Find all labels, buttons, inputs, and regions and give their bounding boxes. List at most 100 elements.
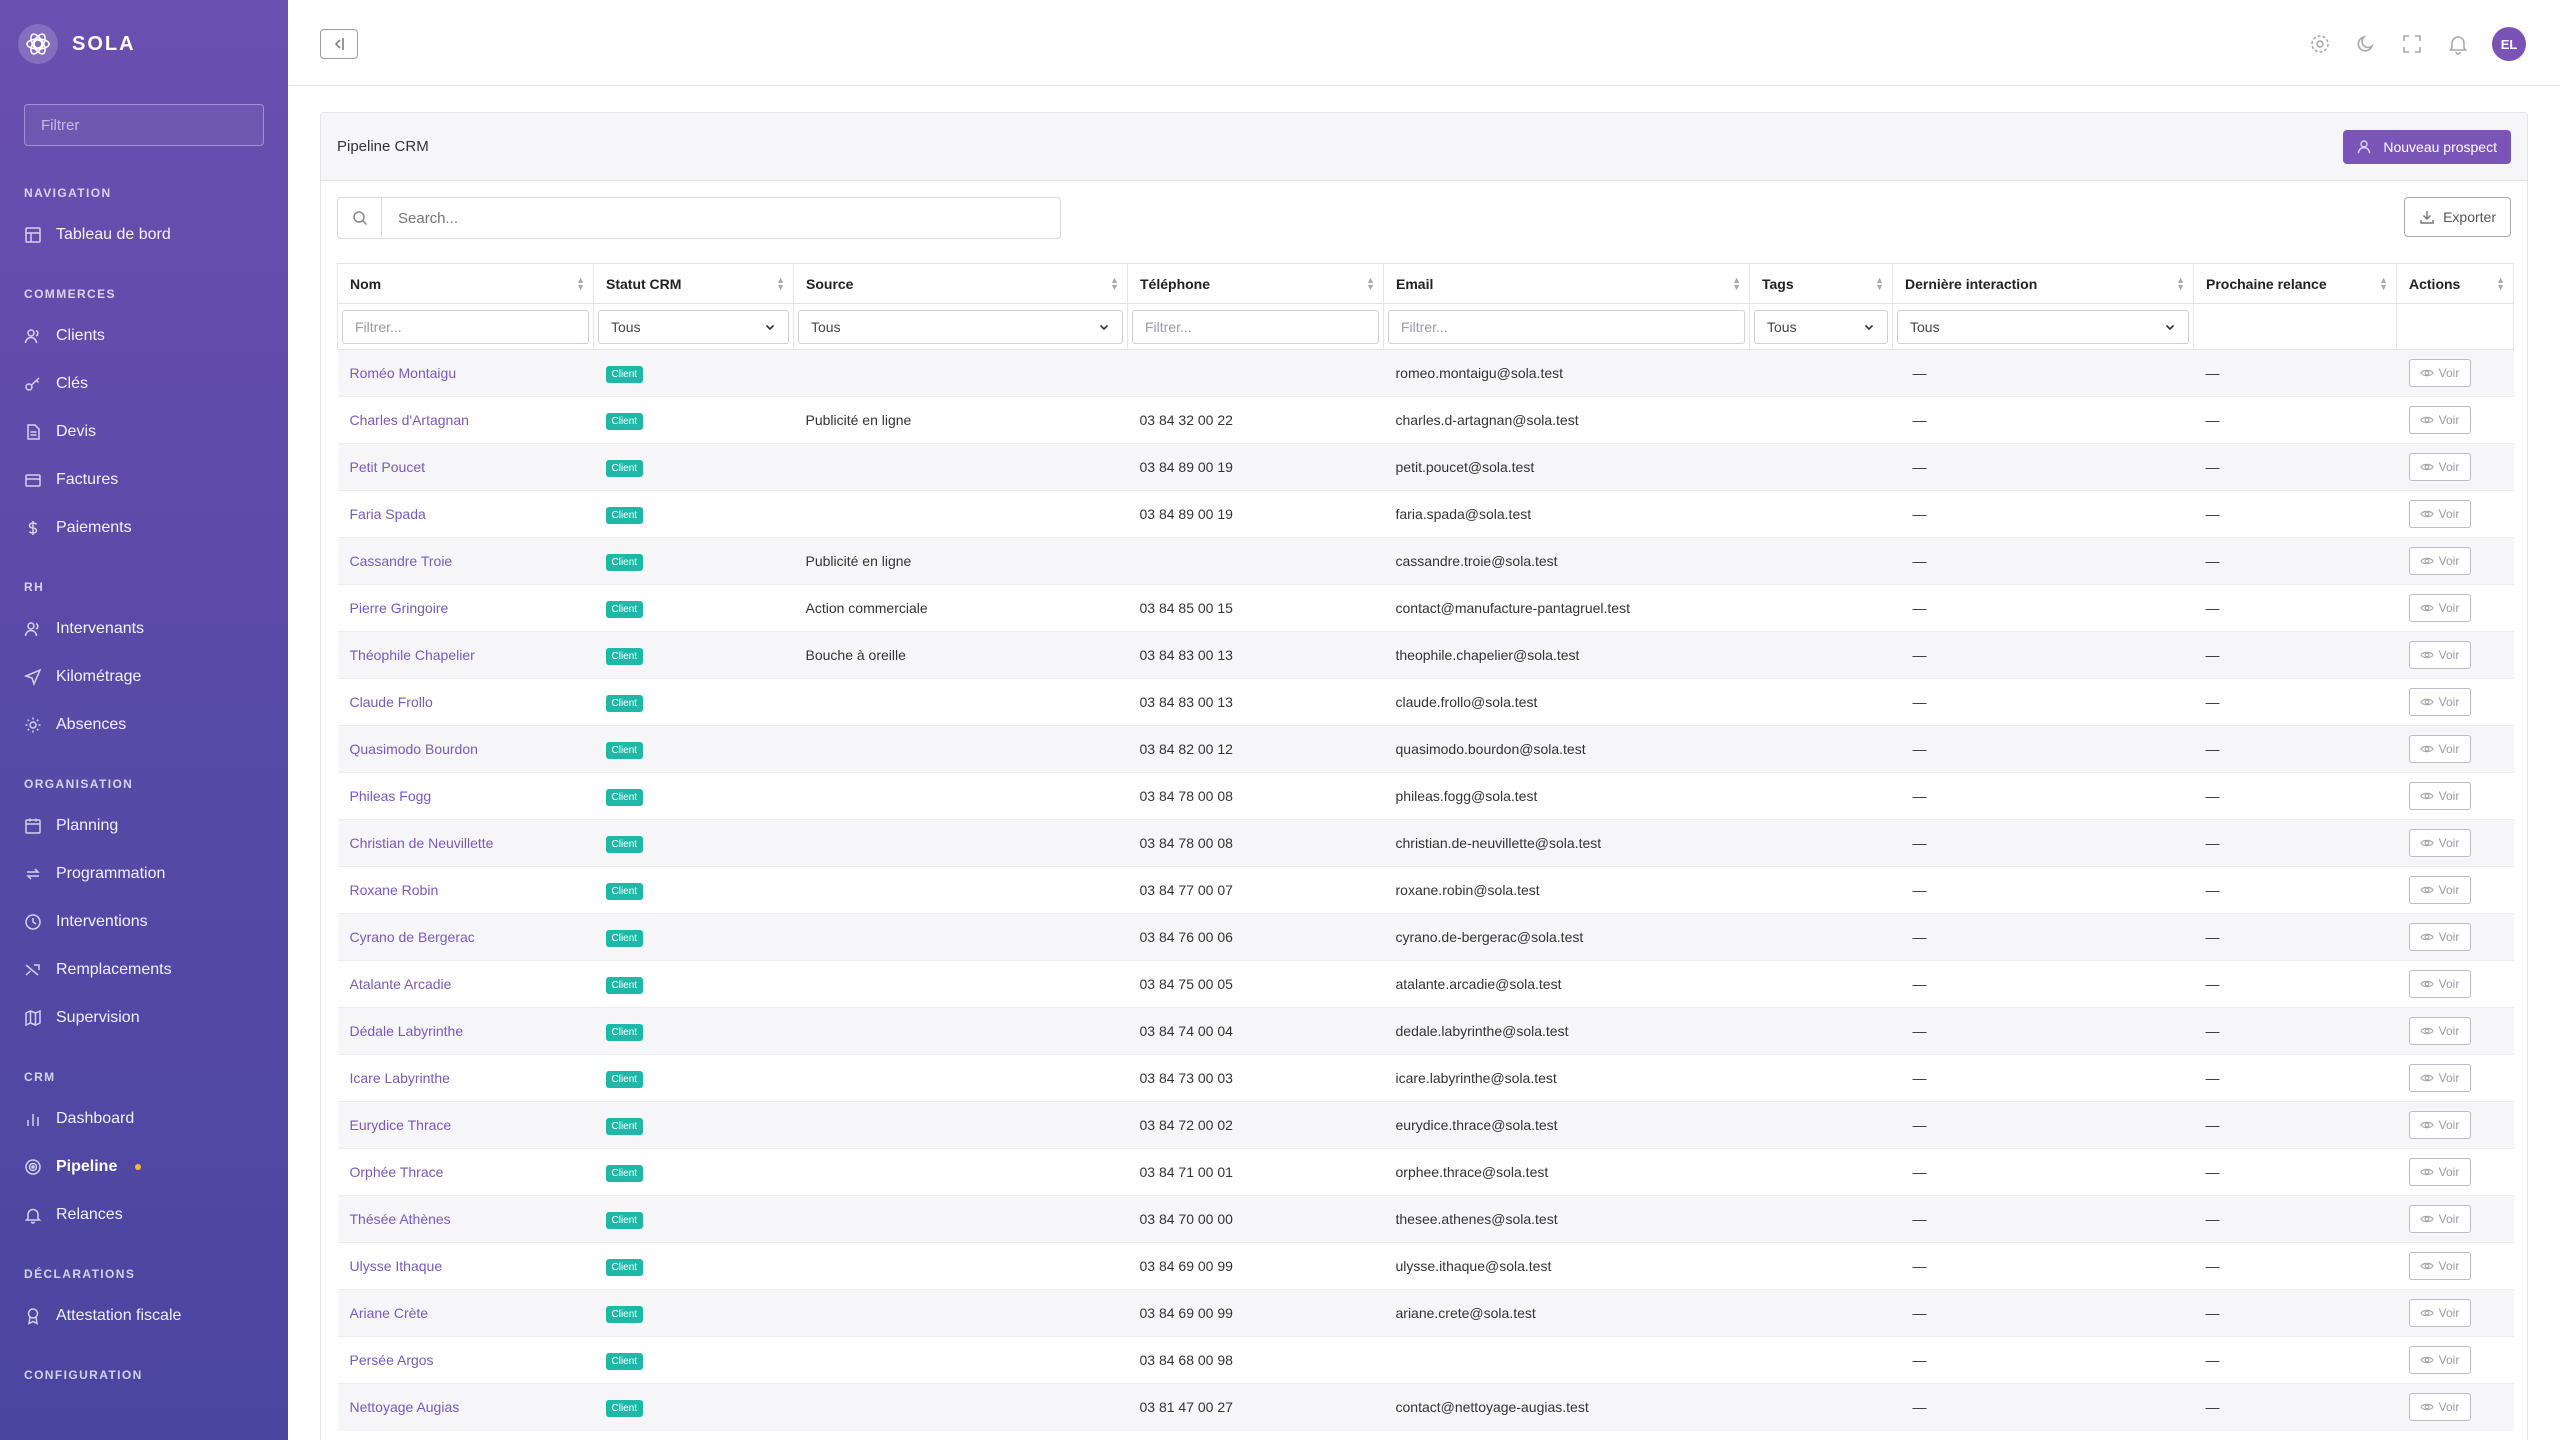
prospect-name-link[interactable]: Phileas Fogg	[350, 788, 432, 804]
sidebar-item-intervenants[interactable]: Intervenants	[24, 614, 144, 644]
view-button[interactable]: Voir	[2408, 970, 2471, 998]
view-button[interactable]: Voir	[2408, 782, 2471, 810]
sort-icon[interactable]: ▲ ▼	[2496, 276, 2505, 292]
view-button[interactable]: Voir	[2408, 594, 2471, 622]
bell-icon[interactable]	[2446, 32, 2470, 56]
prospect-name-link[interactable]: Dédale Labyrinthe	[350, 1023, 464, 1039]
sidebar-item-pipeline[interactable]: Pipeline	[24, 1152, 142, 1182]
view-button[interactable]: Voir	[2408, 500, 2471, 528]
view-button[interactable]: Voir	[2408, 688, 2471, 716]
user-avatar[interactable]: EL	[2492, 27, 2526, 61]
sort-icon[interactable]: ▲ ▼	[2379, 276, 2388, 292]
prospect-name-link[interactable]: Théophile Chapelier	[350, 647, 475, 663]
sidebar-item-paiements[interactable]: Paiements	[24, 513, 132, 543]
sidebar-item-supervision[interactable]: Supervision	[24, 1003, 140, 1033]
sidebar-item-clients[interactable]: Clients	[24, 321, 105, 351]
column-filter-select[interactable]: Tous	[1754, 309, 1888, 344]
sidebar-item-cles[interactable]: Clés	[24, 369, 88, 399]
prospect-name-link[interactable]: Atalante Arcadie	[350, 976, 452, 992]
view-button[interactable]: Voir	[2408, 876, 2471, 904]
view-button[interactable]: Voir	[2408, 406, 2471, 434]
sort-icon[interactable]: ▲ ▼	[1366, 276, 1375, 292]
column-filter-input[interactable]	[1132, 309, 1379, 344]
view-button[interactable]: Voir	[2408, 547, 2471, 575]
view-button[interactable]: Voir	[2408, 1017, 2471, 1045]
settings-icon[interactable]	[2308, 32, 2332, 56]
column-header[interactable]: Source ▲ ▼	[793, 263, 1128, 304]
column-filter-input[interactable]	[342, 309, 589, 344]
prospect-name-link[interactable]: Cassandre Troie	[350, 553, 453, 569]
sidebar-item-attestation-fiscale[interactable]: Attestation fiscale	[24, 1301, 181, 1331]
view-button[interactable]: Voir	[2408, 1064, 2471, 1092]
sidebar-item-devis[interactable]: Devis	[24, 417, 96, 447]
brand[interactable]: SOLA	[18, 24, 136, 64]
prospect-name-link[interactable]: Persée Argos	[350, 1352, 434, 1368]
prospect-name-link[interactable]: Ariane Crète	[350, 1305, 429, 1321]
column-header[interactable]: Email ▲ ▼	[1383, 263, 1750, 304]
column-header[interactable]: Statut CRM ▲ ▼	[593, 263, 794, 304]
prospect-name-link[interactable]: Ulysse Ithaque	[350, 1258, 443, 1274]
prospect-name-link[interactable]: Nettoyage Augias	[350, 1399, 460, 1415]
view-button[interactable]: Voir	[2408, 829, 2471, 857]
column-header[interactable]: Téléphone ▲ ▼	[1127, 263, 1384, 304]
sidebar-item-remplacements[interactable]: Remplacements	[24, 955, 172, 985]
moon-icon[interactable]	[2354, 32, 2378, 56]
column-header[interactable]: Actions ▲ ▼	[2396, 263, 2514, 304]
column-filter-input[interactable]	[1388, 309, 1745, 344]
view-button[interactable]: Voir	[2408, 735, 2471, 763]
sidebar-item-interventions[interactable]: Interventions	[24, 907, 148, 937]
prospect-name-link[interactable]: Orphée Thrace	[350, 1164, 444, 1180]
column-header[interactable]: Nom ▲ ▼	[337, 263, 594, 304]
view-button[interactable]: Voir	[2408, 1252, 2471, 1280]
view-button[interactable]: Voir	[2408, 1393, 2471, 1422]
view-button[interactable]: Voir	[2408, 359, 2471, 387]
sort-icon[interactable]: ▲ ▼	[576, 276, 585, 292]
view-button[interactable]: Voir	[2408, 1205, 2471, 1233]
sidebar-item-relances[interactable]: Relances	[24, 1200, 123, 1230]
prospect-name-link[interactable]: Petit Poucet	[350, 459, 426, 475]
view-button[interactable]: Voir	[2408, 1299, 2471, 1327]
collapse-sidebar-button[interactable]	[320, 29, 358, 59]
prospect-name-link[interactable]: Eurydice Thrace	[350, 1117, 452, 1133]
export-button[interactable]: Exporter	[2404, 197, 2511, 237]
prospect-name-link[interactable]: Thésée Athènes	[350, 1211, 451, 1227]
column-filter-select[interactable]: Tous	[1897, 309, 2189, 344]
prospect-name-link[interactable]: Quasimodo Bourdon	[350, 741, 478, 757]
prospect-name-link[interactable]: Charles d'Artagnan	[350, 412, 469, 428]
sidebar-item-absences[interactable]: Absences	[24, 710, 126, 740]
view-button[interactable]: Voir	[2408, 1111, 2471, 1139]
new-prospect-button[interactable]: Nouveau prospect	[2343, 130, 2511, 164]
sort-icon[interactable]: ▲ ▼	[1732, 276, 1741, 292]
column-header[interactable]: Prochaine relance ▲ ▼	[2193, 263, 2397, 304]
search-input[interactable]	[382, 198, 1060, 238]
sidebar-item-dashboard[interactable]: Dashboard	[24, 1104, 134, 1134]
view-button[interactable]: Voir	[2408, 453, 2471, 481]
view-button[interactable]: Voir	[2408, 1158, 2471, 1186]
view-button[interactable]: Voir	[2408, 1346, 2471, 1374]
sidebar-item-kilometrage[interactable]: Kilométrage	[24, 662, 141, 692]
prospect-name-link[interactable]: Christian de Neuvillette	[350, 835, 494, 851]
column-filter-select[interactable]: Tous	[798, 309, 1123, 344]
sort-icon[interactable]: ▲ ▼	[776, 276, 785, 292]
view-button[interactable]: Voir	[2408, 923, 2471, 951]
sidebar-item-tableau-de-bord[interactable]: Tableau de bord	[24, 220, 171, 250]
sidebar-filter-input[interactable]	[24, 104, 264, 146]
sidebar-item-programmation[interactable]: Programmation	[24, 859, 165, 889]
prospect-name-link[interactable]: Claude Frollo	[350, 694, 433, 710]
sort-icon[interactable]: ▲ ▼	[1875, 276, 1884, 292]
column-header[interactable]: Dernière interaction ▲ ▼	[1892, 263, 2194, 304]
prospect-name-link[interactable]: Icare Labyrinthe	[350, 1070, 450, 1086]
prospect-name-link[interactable]: Pierre Gringoire	[350, 600, 449, 616]
view-button[interactable]: Voir	[2408, 641, 2471, 669]
prospect-name-link[interactable]: Roméo Montaigu	[350, 365, 457, 381]
column-header[interactable]: Tags ▲ ▼	[1749, 263, 1893, 304]
prospect-name-link[interactable]: Faria Spada	[350, 506, 426, 522]
prospect-name-link[interactable]: Roxane Robin	[350, 882, 439, 898]
fullscreen-icon[interactable]	[2400, 32, 2424, 56]
sort-icon[interactable]: ▲ ▼	[1110, 276, 1119, 292]
column-filter-select[interactable]: Tous	[598, 309, 789, 344]
sort-icon[interactable]: ▲ ▼	[2176, 276, 2185, 292]
sidebar-item-factures[interactable]: Factures	[24, 465, 118, 495]
sidebar-item-planning[interactable]: Planning	[24, 811, 118, 841]
prospect-name-link[interactable]: Cyrano de Bergerac	[350, 929, 475, 945]
